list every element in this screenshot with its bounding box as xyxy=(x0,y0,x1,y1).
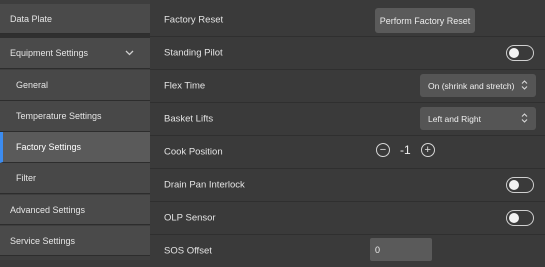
increment-button[interactable]: + xyxy=(420,143,435,157)
sidebar-item-temperature-settings[interactable]: Temperature Settings xyxy=(0,101,150,132)
basket-lifts-select[interactable]: Left and Right xyxy=(420,107,536,130)
sidebar-item-label: Equipment Settings xyxy=(10,48,89,58)
decrement-button[interactable]: − xyxy=(376,143,390,157)
sidebar-item-label: Temperature Settings xyxy=(16,111,102,121)
up-down-arrows-icon xyxy=(521,79,528,92)
sidebar-item-label: Factory Settings xyxy=(16,142,82,152)
toggle-knob xyxy=(509,212,519,223)
sidebar-item-factory-settings[interactable]: Factory Settings xyxy=(0,132,150,163)
sidebar-item-data-plate[interactable]: Data Plate xyxy=(0,4,150,34)
toggle-knob xyxy=(509,179,519,190)
chevron-down-icon xyxy=(125,48,134,58)
sidebar-item-equipment-settings[interactable]: Equipment Settings xyxy=(0,38,150,69)
drain-pan-interlock-label: Drain Pan Interlock xyxy=(164,179,245,190)
sidebar-item-general[interactable]: General xyxy=(0,70,150,101)
cook-position-stepper: − -1 + xyxy=(376,143,435,157)
olp-sensor-toggle[interactable] xyxy=(506,210,534,226)
sidebar-item-label: General xyxy=(16,80,49,90)
standing-pilot-label: Standing Pilot xyxy=(164,47,223,58)
factory-reset-label: Factory Reset xyxy=(164,14,224,25)
sidebar: Data Plate Equipment Settings General Te… xyxy=(0,0,150,260)
sidebar-item-label: Data Plate xyxy=(10,13,53,24)
sos-offset-input[interactable]: 0 xyxy=(370,238,432,261)
flex-time-select[interactable]: On (shrink and stretch) xyxy=(420,74,536,97)
flex-time-label: Flex Time xyxy=(164,80,206,91)
settings-panel: Factory Reset Perform Factory Reset Stan… xyxy=(150,0,545,261)
sidebar-item-label: Filter xyxy=(16,173,36,183)
sidebar-item-label: Service Settings xyxy=(10,235,76,246)
flex-time-value: On (shrink and stretch) xyxy=(428,80,515,91)
cook-position-value: -1 xyxy=(400,143,411,157)
basket-lifts-label: Basket Lifts xyxy=(164,113,214,124)
basket-lifts-value: Left and Right xyxy=(428,113,481,124)
drain-pan-interlock-toggle[interactable] xyxy=(506,177,534,193)
sidebar-item-advanced-settings[interactable]: Advanced Settings xyxy=(0,195,150,225)
cook-position-row: Cook Position − -1 + xyxy=(150,135,545,169)
sidebar-item-filter[interactable]: Filter xyxy=(0,163,150,194)
sos-offset-label: SOS Offset xyxy=(164,245,212,256)
standing-pilot-row: Standing Pilot xyxy=(150,36,545,70)
sos-offset-row: SOS Offset 0 xyxy=(150,234,545,267)
sidebar-item-label: Advanced Settings xyxy=(10,204,86,215)
flex-time-row: Flex Time On (shrink and stretch) xyxy=(150,69,545,103)
standing-pilot-toggle[interactable] xyxy=(506,45,534,61)
drain-pan-interlock-row: Drain Pan Interlock xyxy=(150,168,545,202)
perform-factory-reset-button[interactable]: Perform Factory Reset xyxy=(375,8,475,33)
factory-reset-row: Factory Reset Perform Factory Reset xyxy=(150,3,545,37)
toggle-knob xyxy=(509,47,519,58)
cook-position-label: Cook Position xyxy=(164,146,223,157)
sidebar-item-service-settings[interactable]: Service Settings xyxy=(0,226,150,256)
up-down-arrows-icon xyxy=(521,112,528,125)
olp-sensor-label: OLP Sensor xyxy=(164,212,216,223)
olp-sensor-row: OLP Sensor xyxy=(150,201,545,235)
basket-lifts-row: Basket Lifts Left and Right xyxy=(150,102,545,136)
